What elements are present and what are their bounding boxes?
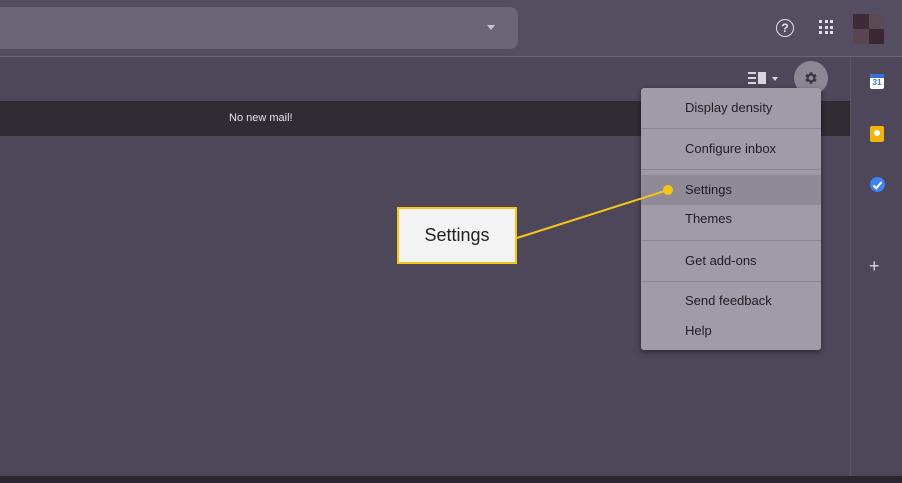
callout-pointer-dot — [663, 185, 673, 195]
callout-label: Settings — [424, 225, 490, 245]
settings-callout: Settings — [397, 207, 517, 264]
bottom-edge — [0, 476, 902, 483]
